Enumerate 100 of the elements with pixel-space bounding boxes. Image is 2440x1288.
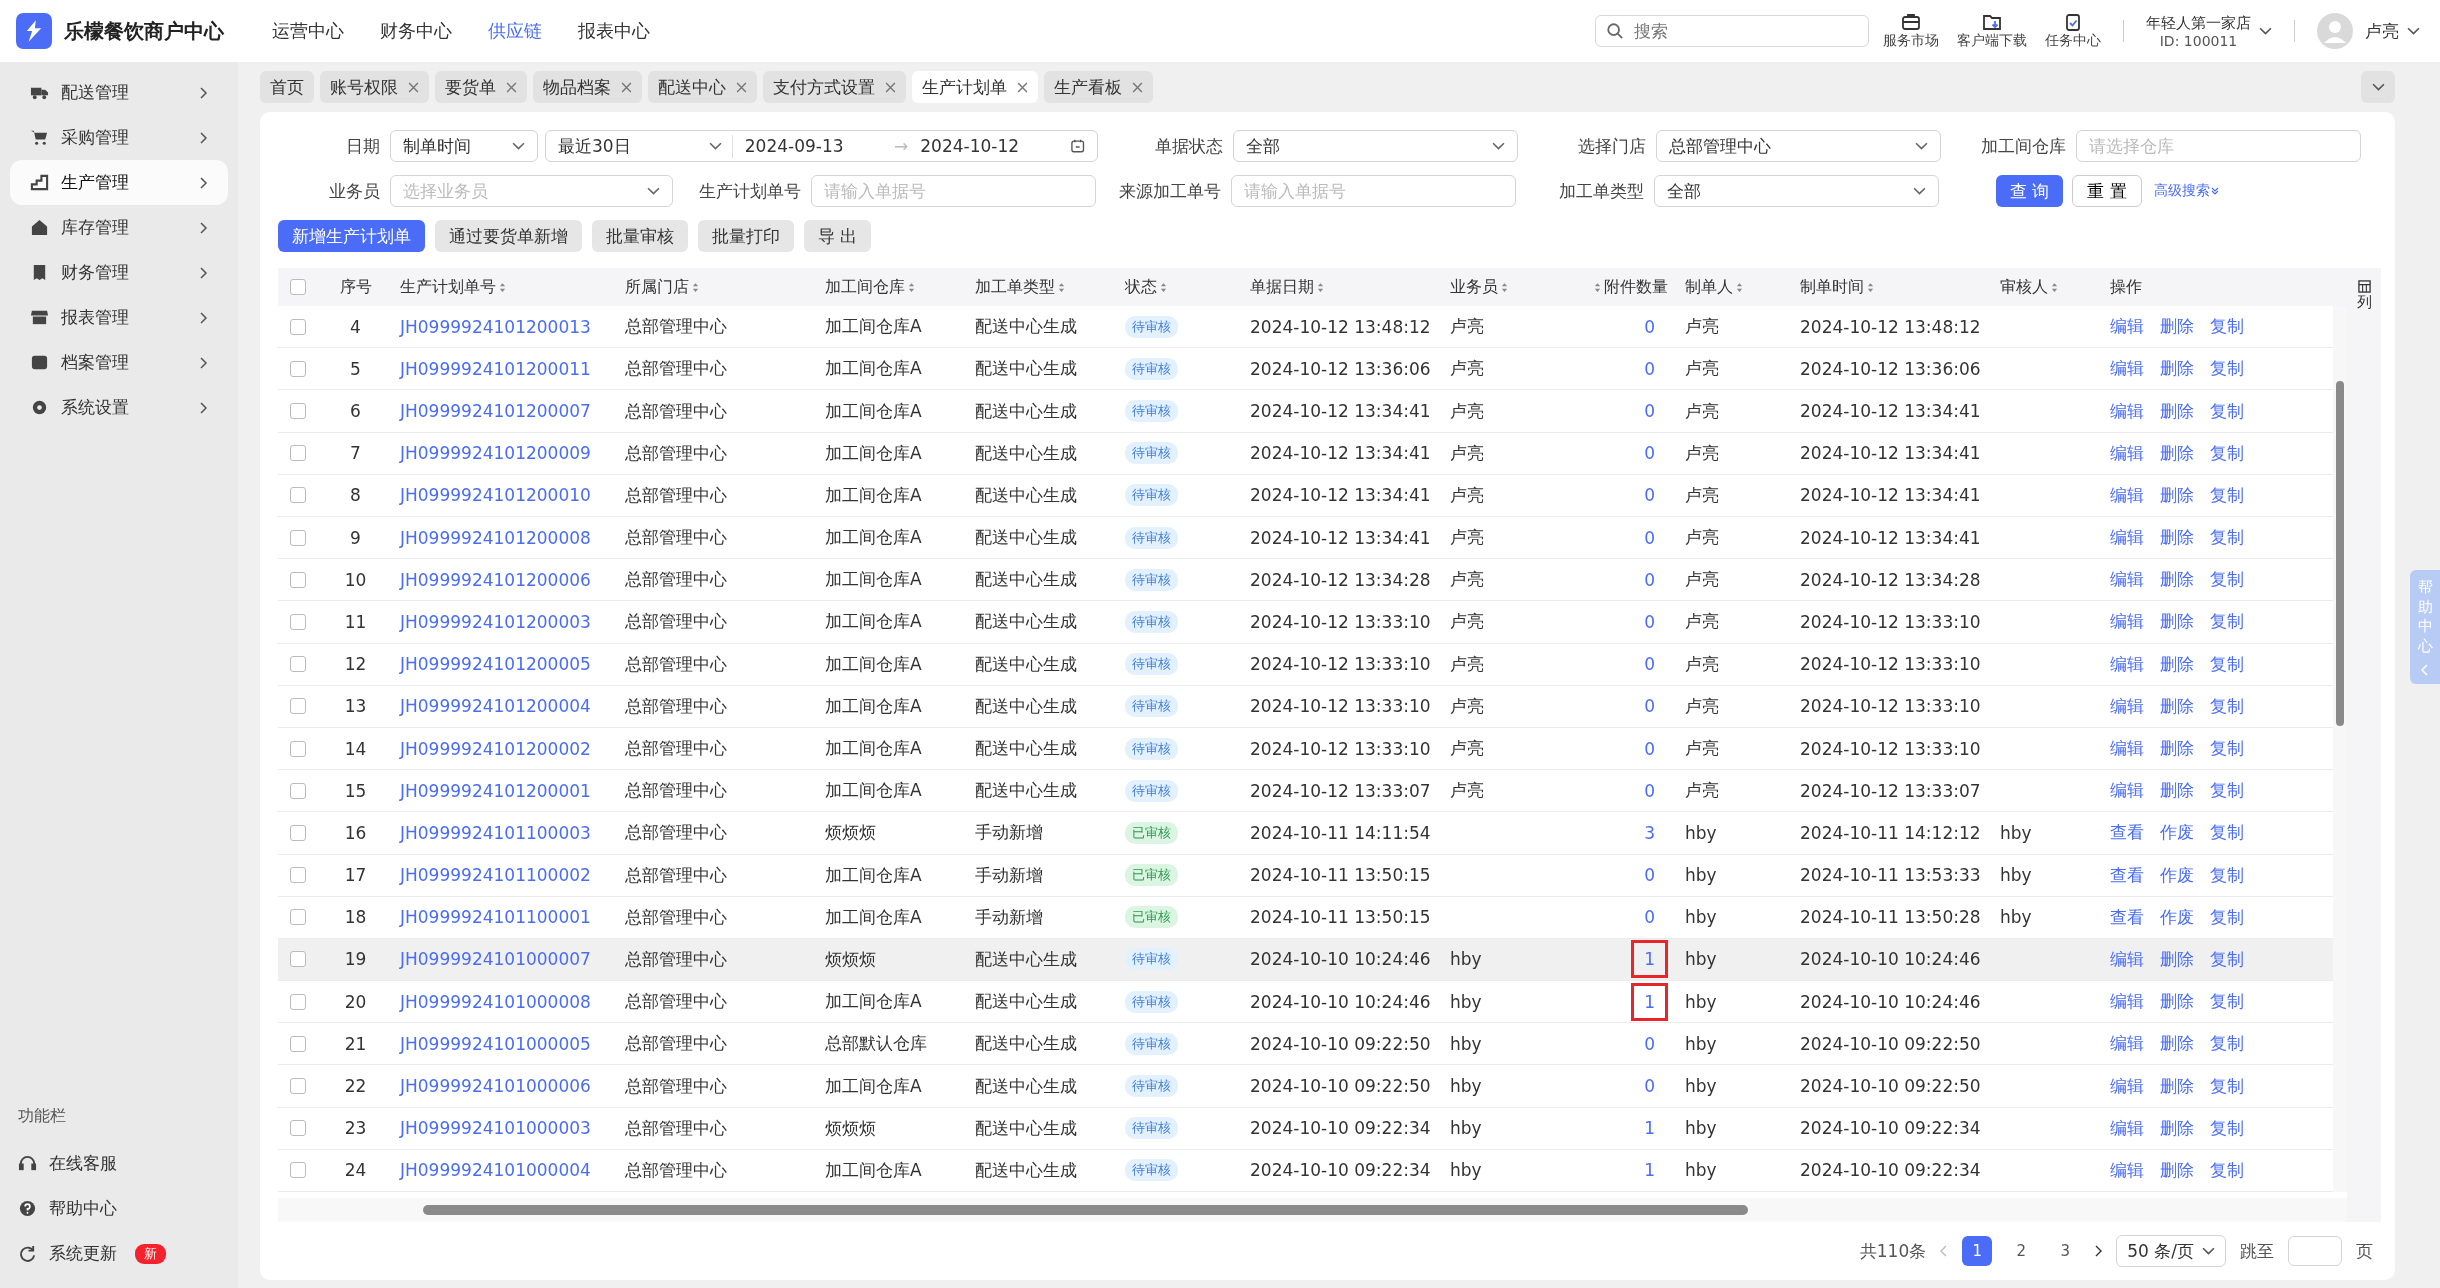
row-checkbox[interactable] — [290, 824, 306, 841]
order-link[interactable]: JH0999924101200010 — [393, 474, 618, 516]
action-link[interactable]: 删除 — [2160, 947, 2194, 971]
page-tab[interactable]: 要货单 — [435, 71, 527, 104]
order-link[interactable]: JH0999924101200005 — [393, 643, 618, 685]
date-type-select[interactable]: 制单时间 — [390, 130, 538, 163]
order-link[interactable]: JH0999924101200008 — [393, 517, 618, 559]
previous-page-icon[interactable] — [1940, 1245, 1949, 1257]
attachment-count-link[interactable]: 0 — [1631, 645, 1668, 684]
action-link[interactable]: 复制 — [2210, 399, 2244, 423]
column-header[interactable]: 业务员 — [1443, 268, 1548, 307]
attachment-count-link[interactable]: 0 — [1631, 560, 1668, 599]
search-field[interactable]: 搜索 — [1595, 15, 1869, 47]
attachment-count-link[interactable]: 0 — [1631, 1024, 1668, 1063]
order-link[interactable]: JH0999924101200009 — [393, 432, 618, 474]
page-size-select[interactable]: 50 条/页 — [2116, 1235, 2226, 1267]
order-link[interactable]: JH0999924101200011 — [393, 348, 618, 390]
action-link[interactable]: 编辑 — [2110, 990, 2144, 1014]
action-link[interactable]: 复制 — [2210, 652, 2244, 676]
action-link[interactable]: 删除 — [2160, 357, 2194, 381]
sidebar-item[interactable]: 生产管理 — [10, 160, 228, 205]
toolbar-button[interactable]: 批量打印 — [698, 220, 794, 253]
action-link[interactable]: 删除 — [2160, 610, 2194, 634]
sidebar-item[interactable]: 采购管理 — [10, 115, 228, 160]
column-header[interactable]: 制单时间 — [1793, 268, 1993, 307]
page-tab[interactable]: 账号权限 — [320, 71, 429, 104]
toolbar-button[interactable]: 新增生产计划单 — [278, 220, 425, 253]
plan-number-field[interactable]: 请输入单据号 — [811, 175, 1096, 208]
action-link[interactable]: 编辑 — [2110, 1116, 2144, 1140]
row-checkbox[interactable] — [290, 445, 306, 462]
action-link[interactable]: 删除 — [2160, 1158, 2194, 1182]
row-checkbox[interactable] — [290, 909, 306, 926]
column-header[interactable]: 状态 — [1118, 268, 1243, 307]
column-header[interactable]: 制单人 — [1678, 268, 1793, 307]
action-link[interactable]: 删除 — [2160, 441, 2194, 465]
order-link[interactable]: JH0999924101100003 — [393, 812, 618, 854]
page-jump-field[interactable] — [2288, 1236, 2342, 1266]
tabs-menu-button[interactable] — [2361, 71, 2395, 104]
attachment-count-link[interactable]: 3 — [1631, 813, 1668, 852]
row-checkbox[interactable] — [290, 1035, 306, 1052]
row-checkbox[interactable] — [290, 529, 306, 546]
action-link[interactable]: 复制 — [2210, 694, 2244, 718]
action-link[interactable]: 删除 — [2160, 526, 2194, 550]
order-link[interactable]: JH0999924101000004 — [393, 1149, 618, 1191]
action-link[interactable]: 复制 — [2210, 357, 2244, 381]
page-tab[interactable]: 生产看板 — [1044, 71, 1153, 104]
toolbar-link[interactable]: 任务中心 — [2045, 12, 2101, 50]
order-link[interactable]: JH0999924101200003 — [393, 601, 618, 643]
order-link[interactable]: JH0999924101200001 — [393, 770, 618, 812]
attachment-count-link[interactable]: 0 — [1631, 687, 1668, 726]
column-header[interactable]: 所属门店 — [618, 268, 818, 307]
row-checkbox[interactable] — [290, 698, 306, 715]
date-range-field[interactable]: 最近30日 2024-09-13 → 2024-10-12 — [545, 130, 1098, 163]
page-tab[interactable]: 配送中心 — [648, 71, 757, 104]
column-header[interactable]: 审核人 — [1993, 268, 2103, 307]
row-checkbox[interactable] — [290, 1078, 306, 1095]
action-link[interactable]: 编辑 — [2110, 568, 2144, 592]
action-link[interactable]: 编辑 — [2110, 441, 2144, 465]
action-link[interactable]: 查看 — [2110, 821, 2144, 845]
action-link[interactable]: 复制 — [2210, 1032, 2244, 1056]
order-link[interactable]: JH0999924101000007 — [393, 938, 618, 981]
attachment-count-link[interactable]: 0 — [1631, 307, 1668, 346]
close-icon[interactable] — [408, 81, 419, 93]
row-checkbox[interactable] — [290, 951, 306, 968]
row-checkbox[interactable] — [290, 740, 306, 757]
row-checkbox[interactable] — [290, 613, 306, 630]
attachment-count-link[interactable]: 1 — [1631, 1151, 1668, 1190]
nav-item[interactable]: 运营中心 — [272, 19, 344, 43]
action-link[interactable]: 作废 — [2160, 905, 2194, 929]
row-checkbox[interactable] — [290, 656, 306, 673]
nav-item[interactable]: 报表中心 — [578, 19, 650, 43]
action-link[interactable]: 编辑 — [2110, 947, 2144, 971]
select-all-checkbox[interactable] — [290, 279, 306, 296]
action-link[interactable]: 编辑 — [2110, 526, 2144, 550]
page-tab[interactable]: 生产计划单 — [912, 71, 1038, 104]
attachment-count-link[interactable]: 0 — [1631, 898, 1668, 937]
start-date[interactable]: 2024-09-13 — [744, 136, 895, 157]
horizontal-scrollbar[interactable] — [278, 1198, 2347, 1222]
column-header[interactable]: 生产计划单号 — [393, 268, 618, 307]
attachment-count-link[interactable]: 0 — [1631, 392, 1668, 431]
order-link[interactable]: JH0999924101000006 — [393, 1065, 618, 1107]
action-link[interactable]: 复制 — [2210, 1158, 2244, 1182]
action-link[interactable]: 删除 — [2160, 694, 2194, 718]
order-link[interactable]: JH0999924101200002 — [393, 727, 618, 770]
action-link[interactable]: 作废 — [2160, 821, 2194, 845]
chevron-down-icon[interactable] — [2259, 26, 2272, 36]
column-header[interactable]: 序号 — [318, 268, 393, 307]
action-link[interactable]: 删除 — [2160, 1032, 2194, 1056]
action-link[interactable]: 编辑 — [2110, 694, 2144, 718]
action-link[interactable]: 删除 — [2160, 568, 2194, 592]
row-checkbox[interactable] — [290, 318, 306, 335]
row-checkbox[interactable] — [290, 782, 306, 799]
action-link[interactable]: 编辑 — [2110, 610, 2144, 634]
action-link[interactable]: 复制 — [2210, 610, 2244, 634]
action-link[interactable]: 复制 — [2210, 779, 2244, 803]
action-link[interactable]: 编辑 — [2110, 1158, 2144, 1182]
action-link[interactable]: 复制 — [2210, 568, 2244, 592]
page-tab[interactable]: 支付方式设置 — [763, 71, 906, 104]
nav-item[interactable]: 供应链 — [488, 19, 542, 43]
warehouse-field[interactable]: 请选择仓库 — [2076, 130, 2361, 163]
